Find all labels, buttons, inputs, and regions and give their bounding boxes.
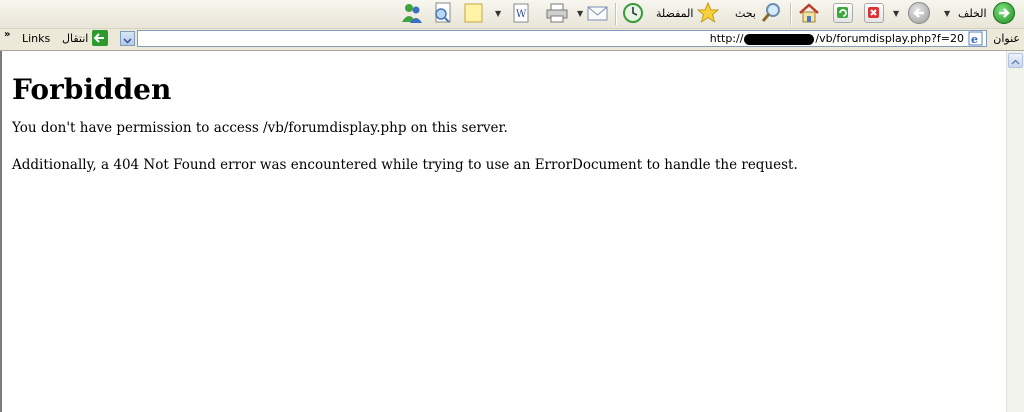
mail-icon <box>587 3 609 23</box>
messenger-button[interactable] <box>400 0 424 26</box>
print-button[interactable] <box>545 0 569 26</box>
stop-button[interactable] <box>864 0 884 26</box>
discuss-button[interactable] <box>463 0 485 26</box>
back-arrow-icon <box>992 2 1015 24</box>
go-label: انتقال <box>62 31 89 45</box>
back-label: الخلف <box>958 6 987 20</box>
redacted-domain <box>744 33 815 45</box>
address-label: عنوان <box>993 32 1020 45</box>
stop-icon <box>864 3 884 23</box>
address-dropdown-button[interactable] <box>120 31 135 46</box>
star-icon <box>697 1 720 24</box>
forward-dropdown-arrow-icon[interactable]: ▼ <box>893 0 899 26</box>
refresh-button[interactable] <box>833 0 853 26</box>
history-button[interactable] <box>622 0 644 26</box>
forward-button[interactable] <box>908 0 930 26</box>
mail-button[interactable] <box>587 0 609 26</box>
address-url: http:// /vb/forumdisplay.php?f=20 <box>710 32 964 45</box>
note-icon <box>463 2 485 24</box>
discuss-dropdown-arrow-icon[interactable]: ▼ <box>495 0 501 26</box>
ie-page-icon: e <box>968 31 984 46</box>
address-url-prefix: http:// <box>709 32 744 45</box>
back-button[interactable]: الخلف <box>958 0 1015 26</box>
vertical-scrollbar[interactable] <box>1006 51 1024 412</box>
page-heading: Forbidden <box>12 73 172 106</box>
home-icon <box>798 3 820 23</box>
go-arrow-icon <box>92 30 109 46</box>
go-button[interactable]: انتقال <box>62 30 109 46</box>
error-details: Additionally, a 404 Not Found error was … <box>12 157 798 173</box>
address-url-suffix: /vb/forumdisplay.php?f=20 <box>815 32 964 45</box>
page-content: Forbidden You don't have permission to a… <box>2 73 1006 173</box>
refresh-icon <box>833 3 853 23</box>
error-message: You don't have permission to access /vb/… <box>12 120 508 136</box>
favorites-button[interactable]: المفضلة <box>656 0 720 26</box>
history-icon <box>622 2 644 24</box>
edit-button[interactable]: W <box>512 0 530 26</box>
page-viewport: Forbidden You don't have permission to a… <box>0 51 1006 412</box>
links-chevron-icon[interactable]: » <box>4 29 10 40</box>
svg-text:e: e <box>971 33 978 46</box>
search-icon <box>760 2 782 24</box>
mail-dropdown-arrow-icon[interactable]: ▼ <box>577 0 583 26</box>
chevron-up-icon <box>1011 59 1020 65</box>
home-button[interactable] <box>798 0 820 26</box>
search-button[interactable]: بحث <box>735 0 782 26</box>
back-dropdown-arrow-icon[interactable]: ▼ <box>944 0 950 26</box>
svg-text:W: W <box>516 9 527 20</box>
forward-arrow-icon <box>908 2 930 24</box>
browser-toolbar: الخلف ▼ ▼ بحث المفضلة ▼ W ▼ <box>0 0 1024 29</box>
research-icon <box>432 2 454 24</box>
favorites-label: المفضلة <box>656 6 694 20</box>
research-button[interactable] <box>432 0 454 26</box>
messenger-icon <box>400 2 424 24</box>
scroll-up-button[interactable] <box>1008 53 1023 68</box>
address-input[interactable]: e http:// /vb/forumdisplay.php?f=20 <box>137 30 987 47</box>
links-button[interactable]: Links <box>22 32 50 45</box>
chevron-down-icon <box>123 38 132 44</box>
printer-icon <box>545 3 569 23</box>
address-bar: عنوان e http:// /vb/forumdisplay.php?f=20… <box>0 29 1024 51</box>
search-label: بحث <box>735 6 756 20</box>
word-document-icon: W <box>512 3 530 23</box>
